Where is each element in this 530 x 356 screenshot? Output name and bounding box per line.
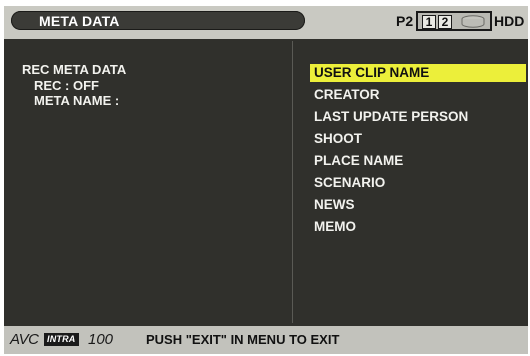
header-bar: META DATA P2 1 2 HDD [4,6,528,39]
rec-meta-data-panel: REC META DATA REC : OFF META NAME : [22,62,282,109]
title-pill: META DATA [11,11,305,30]
card-slot-1: 1 [422,15,436,29]
card-slot-2: 2 [438,15,452,29]
panel-divider [292,41,293,323]
slot-status-box: 1 2 [416,11,492,31]
menu-item-user-clip-name[interactable]: USER CLIP NAME [310,64,526,82]
hdd-label: HDD [494,13,525,29]
avc-intra-logo: AVC INTRA 100 [10,330,122,350]
footer-bar: AVC INTRA 100 PUSH "EXIT" IN MENU TO EXI… [4,326,528,354]
menu-item-news[interactable]: NEWS [310,196,526,218]
menu-item-memo[interactable]: MEMO [310,218,526,240]
menu-item-place-name[interactable]: PLACE NAME [310,152,526,174]
menu-item-shoot[interactable]: SHOOT [310,130,526,152]
camera-menu-screen: META DATA P2 1 2 HDD REC META DATA REC :… [4,6,528,354]
meta-data-menu: USER CLIP NAME CREATOR LAST UPDATE PERSO… [310,64,526,240]
menu-item-last-update-person[interactable]: LAST UPDATE PERSON [310,108,526,130]
menu-item-scenario[interactable]: SCENARIO [310,174,526,196]
meta-name-status: META NAME : [34,93,120,108]
rec-meta-data-heading: REC META DATA [22,62,127,77]
logo-avc-text: AVC [10,331,39,348]
logo-intra-text: INTRA [44,333,79,346]
menu-item-creator[interactable]: CREATOR [310,86,526,108]
exit-instruction: PUSH "EXIT" IN MENU TO EXIT [146,332,340,347]
logo-100-text: 100 [88,331,114,348]
rec-status: REC : OFF [34,77,99,93]
page-title: META DATA [39,13,120,29]
p2-label: P2 [396,13,414,29]
hdd-icon [461,15,485,28]
